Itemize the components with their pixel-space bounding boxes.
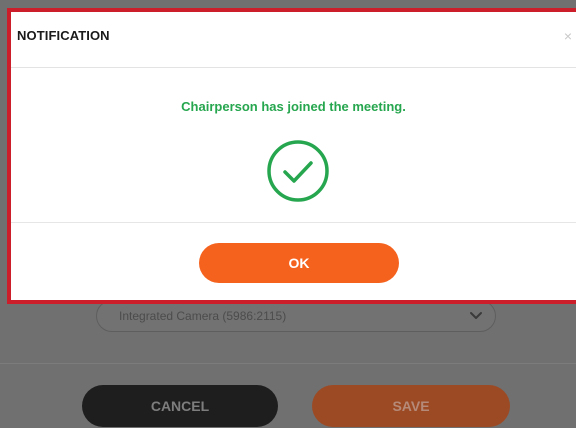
modal-title: NOTIFICATION xyxy=(17,28,110,43)
cancel-button[interactable]: CANCEL xyxy=(82,385,278,427)
check-circle-icon xyxy=(267,140,329,202)
footer-divider xyxy=(0,363,576,364)
modal-divider xyxy=(11,222,576,223)
modal-message: Chairperson has joined the meeting. xyxy=(181,99,406,114)
chevron-down-icon xyxy=(470,312,482,319)
close-icon[interactable]: × xyxy=(564,29,572,43)
notification-modal: NOTIFICATION × Chairperson has joined th… xyxy=(7,8,576,304)
modal-header: NOTIFICATION × xyxy=(11,12,576,68)
save-button[interactable]: SAVE xyxy=(312,385,510,427)
camera-select-value: Integrated Camera (5986:2115) xyxy=(119,309,287,323)
ok-button[interactable]: OK xyxy=(199,243,399,283)
camera-select[interactable]: Integrated Camera (5986:2115) xyxy=(96,300,496,332)
